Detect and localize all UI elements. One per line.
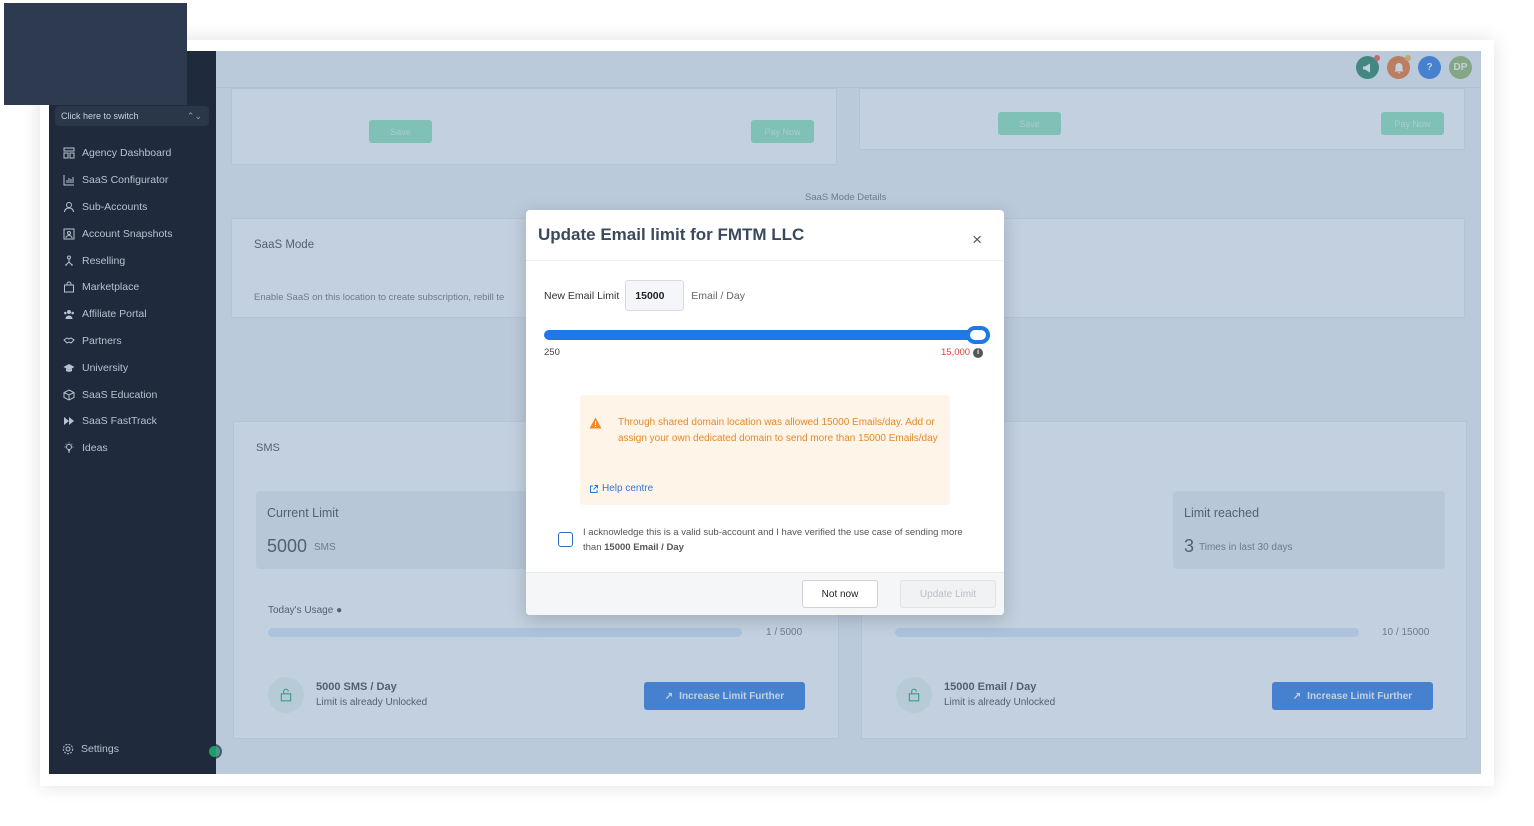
- sidebar-item-saas-configurator[interactable]: SaaS Configurator: [49, 167, 216, 194]
- sidebar-item-saas-education[interactable]: SaaS Education: [49, 381, 216, 408]
- email-limit-label: New Email Limit: [544, 289, 620, 302]
- reselling-icon: [62, 254, 75, 267]
- agency-logo: [4, 3, 187, 105]
- update-limit-label: Update Limit: [919, 588, 977, 600]
- switcher-label: Click here to switch: [61, 111, 139, 121]
- sidebar-item-university[interactable]: University: [49, 354, 216, 381]
- sidebar-item-label: Agency Dashboard: [82, 147, 172, 160]
- sidebar-item-label: Affiliate Portal: [82, 308, 147, 321]
- graduation-icon: [62, 361, 75, 374]
- account-switcher[interactable]: Click here to switch ⌃⌄: [55, 106, 209, 126]
- sidebar-item-settings[interactable]: Settings: [62, 743, 119, 755]
- sidebar-item-label: Reselling: [82, 254, 126, 267]
- sidebar-item-label: SaaS Configurator: [82, 174, 169, 187]
- snapshot-icon: [62, 227, 75, 240]
- update-email-limit-modal: Update Email limit for FMTM LLC × New Em…: [526, 210, 1004, 615]
- chart-icon: [62, 174, 75, 187]
- sidebar-item-account-snapshots[interactable]: Account Snapshots: [49, 220, 216, 247]
- sidebar-item-partners[interactable]: Partners: [49, 328, 216, 355]
- acknowledge-text: I acknowledge this is a valid sub-accoun…: [583, 525, 968, 555]
- user-icon: [62, 200, 75, 213]
- sidebar-item-label: University: [82, 361, 129, 374]
- bag-icon: [62, 281, 75, 294]
- sidebar-item-sub-accounts[interactable]: Sub-Accounts: [49, 194, 216, 221]
- acknowledge-text-bold: 15000 Email / Day: [604, 542, 684, 553]
- cube-icon: [62, 388, 75, 401]
- email-limit-slider[interactable]: [544, 330, 990, 340]
- update-limit-button[interactable]: Update Limit: [900, 580, 996, 608]
- modal-title: Update Email limit for FMTM LLC: [538, 225, 805, 244]
- fastforward-icon: [62, 415, 75, 428]
- sidebar-item-label: SaaS Education: [82, 388, 158, 401]
- info-icon[interactable]: i: [973, 347, 984, 358]
- sidebar-item-label: Marketplace: [82, 281, 140, 294]
- acknowledge-checkbox[interactable]: [558, 532, 573, 547]
- close-icon[interactable]: ×: [972, 230, 982, 250]
- switcher-chevron-icon: ⌃⌄: [186, 111, 202, 121]
- sidebar-item-label: SaaS FastTrack: [82, 415, 157, 428]
- sidebar-item-label: Ideas: [82, 442, 108, 455]
- not-now-label: Not now: [821, 588, 859, 600]
- slider-min-label: 250: [544, 347, 560, 358]
- email-limit-input[interactable]: [625, 280, 685, 311]
- modal-footer: Not now Update Limit: [526, 572, 1004, 615]
- sidebar-item-label: Partners: [82, 334, 122, 347]
- dashboard-icon: [62, 147, 75, 160]
- sidebar-nav: Agency Dashboard SaaS Configurator Sub-A…: [49, 140, 216, 462]
- sidebar-item-marketplace[interactable]: Marketplace: [49, 274, 216, 301]
- settings-label: Settings: [81, 743, 119, 755]
- sidebar-item-label: Sub-Accounts: [82, 200, 148, 213]
- external-link-icon: [590, 484, 598, 493]
- acknowledge-row: I acknowledge this is a valid sub-accoun…: [558, 525, 968, 555]
- slider-max-label: 15,000: [941, 347, 971, 358]
- handshake-icon: [62, 334, 75, 347]
- sidebar-item-ideas[interactable]: Ideas: [49, 435, 216, 462]
- help-centre-link[interactable]: Help centre: [589, 483, 653, 494]
- modal-divider: [526, 260, 1004, 261]
- domain-warning-box: Through shared domain location was allow…: [580, 395, 950, 505]
- warning-text: Through shared domain location was allow…: [618, 417, 938, 444]
- people-icon: [62, 308, 75, 321]
- gear-icon: [62, 743, 74, 755]
- warning-icon: [589, 417, 602, 429]
- sidebar-item-saas-fasttrack[interactable]: SaaS FastTrack: [49, 408, 216, 435]
- sidebar: Click here to switch ⌃⌄ Agency Dashboard…: [49, 51, 222, 774]
- email-limit-field: New Email Limit Email / Day: [544, 280, 745, 311]
- not-now-button[interactable]: Not now: [802, 580, 878, 608]
- sidebar-item-agency-dashboard[interactable]: Agency Dashboard: [49, 140, 216, 167]
- sidebar-item-reselling[interactable]: Reselling: [49, 247, 216, 274]
- email-limit-unit: Email / Day: [691, 289, 745, 302]
- slider-handle[interactable]: [966, 326, 990, 344]
- sidebar-item-affiliate-portal[interactable]: Affiliate Portal: [49, 301, 216, 328]
- help-centre-label: Help centre: [602, 483, 654, 494]
- bulb-icon: [62, 442, 75, 455]
- slider-max: 15,000 i: [941, 347, 984, 358]
- sidebar-item-label: Account Snapshots: [82, 227, 173, 240]
